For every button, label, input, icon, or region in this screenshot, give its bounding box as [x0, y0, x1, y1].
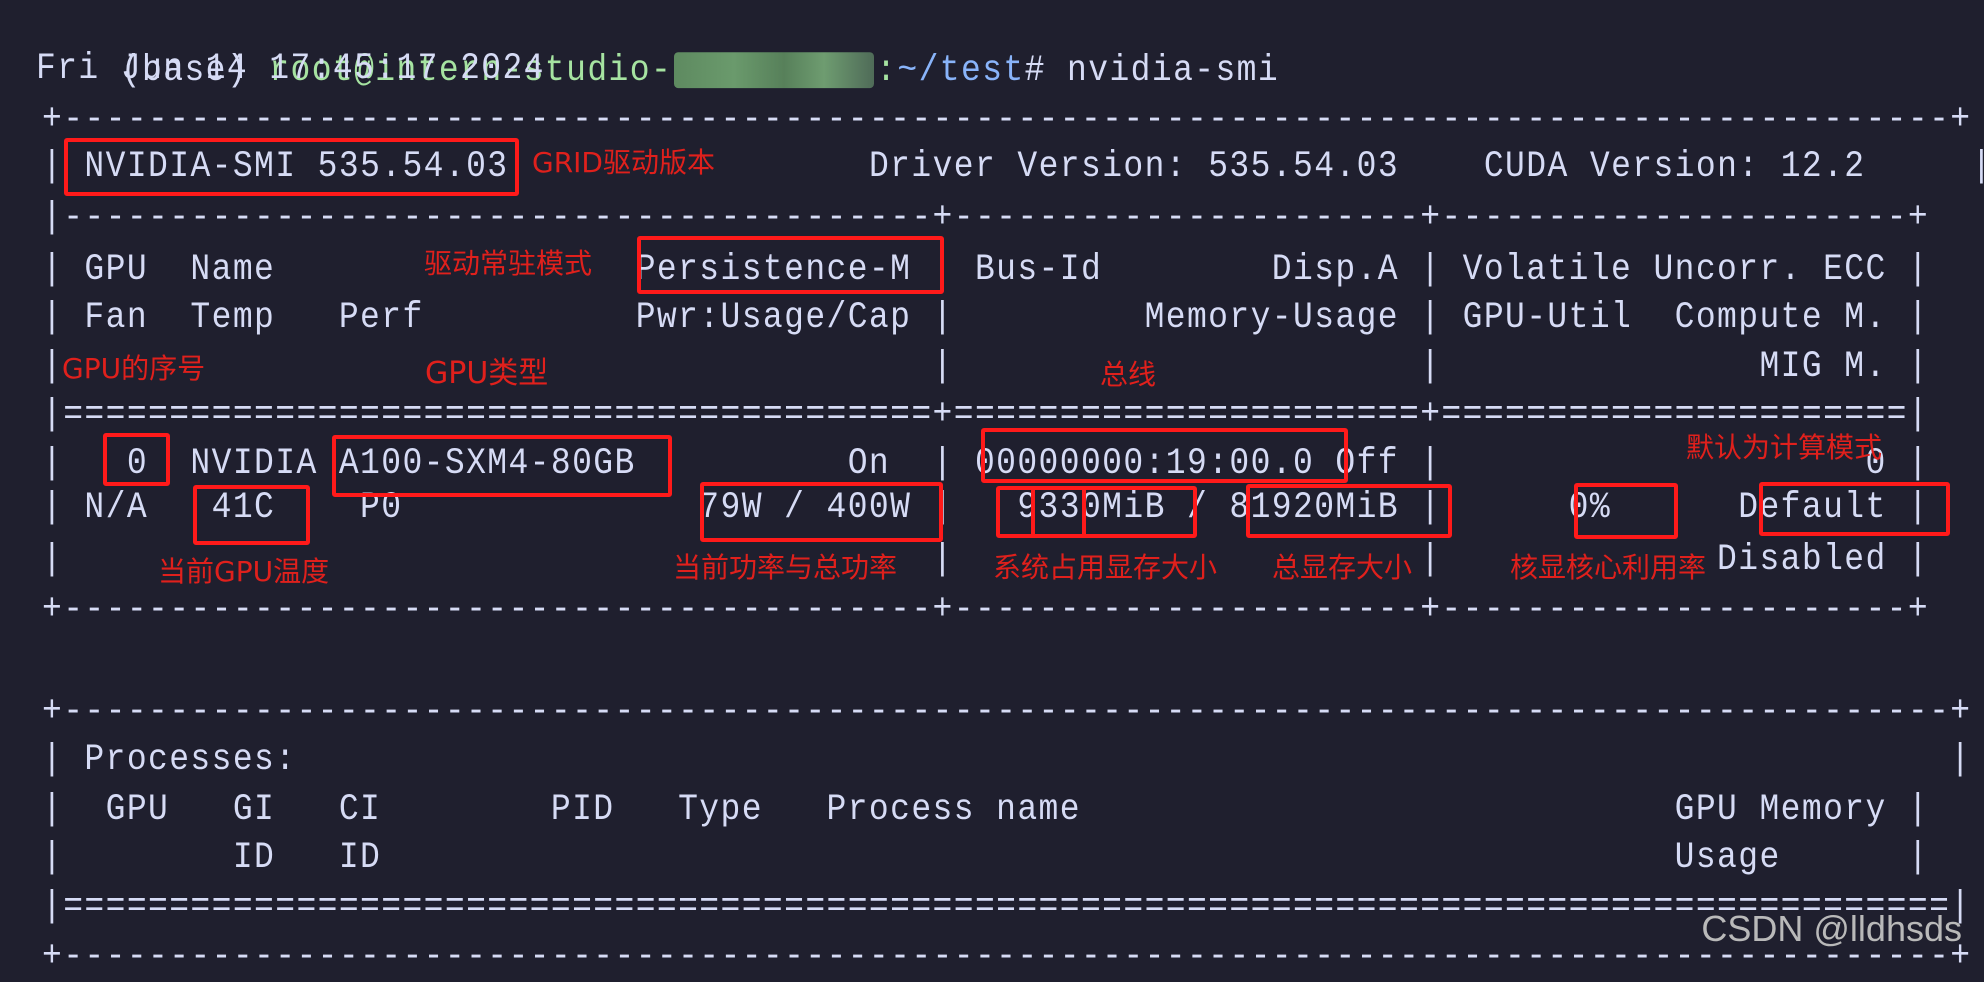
annotation-gpu-type: GPU类型 — [425, 356, 549, 391]
highlight-memory-total-box — [1246, 484, 1452, 538]
processes-border-bottom: +---------------------------------------… — [42, 935, 1972, 978]
highlight-memory-used-full — [1031, 486, 1197, 538]
header-row-1: | GPU Name Persistence-M | Bus-Id Disp.A… — [42, 248, 1930, 291]
annotation-current-temp: 当前GPU温度 — [158, 555, 330, 588]
annotation-gpu-util: 核显核心利用率 — [1510, 551, 1707, 584]
highlight-temp — [193, 485, 310, 545]
highlight-smi-version — [64, 138, 519, 196]
processes-header-1: | GPU GI CI PID Type Process name GPU Me… — [42, 788, 1930, 831]
highlight-compute-mode — [1759, 482, 1950, 536]
command-text: nvidia-smi — [1067, 50, 1280, 92]
processes-header-2: | ID ID Usage | — [42, 836, 1930, 879]
highlight-bus-id — [981, 428, 1348, 483]
prompt-path: ~/test — [897, 50, 1025, 92]
redacted-hostname — [674, 52, 875, 89]
header-row-2: | Fan Temp Perf Pwr:Usage/Cap | Memory-U… — [42, 296, 1930, 339]
highlight-persistence-mode — [637, 236, 944, 294]
highlight-power — [700, 482, 943, 542]
driver-cuda-versions: Driver Version: 535.54.03 CUDA Version: … — [508, 145, 1972, 188]
processes-title: | Processes: | — [42, 738, 1972, 781]
annotation-bus: 总线 — [1100, 358, 1157, 391]
table-border-mid: +---------------------------------------… — [42, 588, 1930, 631]
highlight-gpu-name — [332, 435, 672, 497]
highlight-gpu-util — [1574, 483, 1678, 539]
annotation-gpu-index: GPU的序号 — [62, 352, 206, 385]
watermark: CSDN @lldhsds — [1701, 908, 1962, 949]
processes-border-top: +---------------------------------------… — [42, 690, 1972, 733]
highlight-gpu-index — [103, 433, 170, 486]
processes-separator: |=======================================… — [42, 885, 1972, 928]
header-row-3: | | | MIG M. | — [42, 345, 1930, 388]
terminal-window[interactable]: (base) root@intern-studio-:~/test# nvidi… — [0, 0, 1984, 977]
annotation-power: 当前功率与总功率 — [673, 551, 898, 584]
annotation-memory-total: 总显存大小 — [1272, 551, 1413, 584]
annotation-memory-used: 系统占用显存大小 — [993, 551, 1218, 584]
annotation-persistence-mode: 驱动常驻模式 — [424, 247, 593, 280]
header-separator: |---------------------------------------… — [42, 196, 1930, 239]
prompt-symbol: # — [1024, 50, 1046, 92]
prompt-line: (base) root@intern-studio-:~/test# nvidi… — [120, 50, 1280, 92]
annotation-grid-driver-version: GRID驱动版本 — [532, 146, 715, 179]
timestamp: Fri Jun 14 17:45:17 2024 — [36, 47, 545, 90]
annotation-compute-mode: 默认为计算模式 — [1686, 431, 1883, 464]
